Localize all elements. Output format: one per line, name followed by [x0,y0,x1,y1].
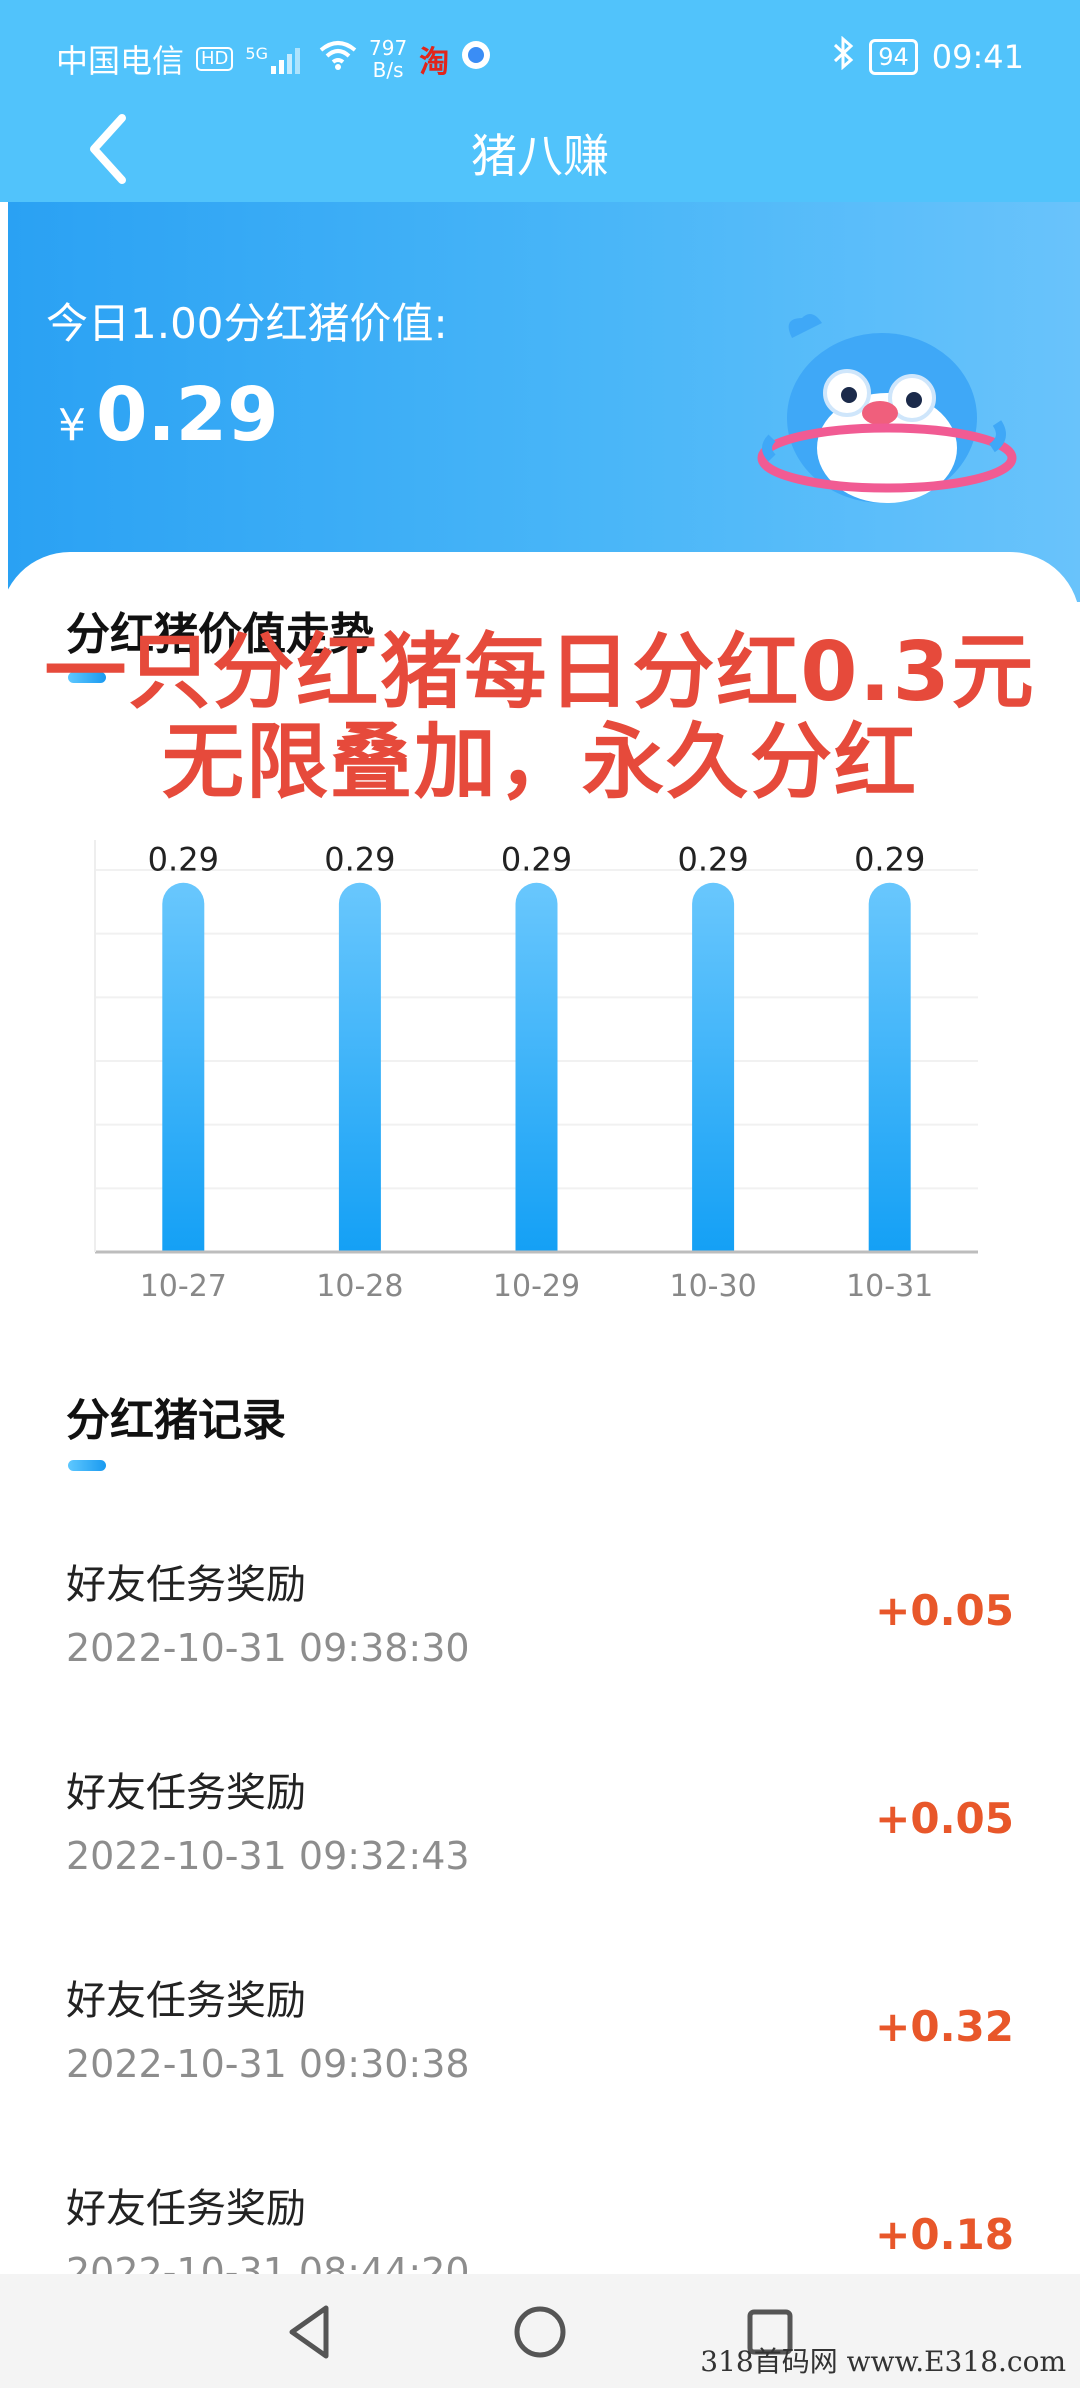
record-item[interactable]: 好友任务奖励 2022-10-31 09:32:43 +0.05 [0,1760,1080,1960]
x-tick-label: 10-29 [493,1269,580,1304]
bird-mascot-icon [752,298,1022,518]
bar-value-label: 0.29 [854,841,925,879]
system-nav-bar: 318首码网 www.E318.com [0,2274,1080,2388]
record-title: 好友任务奖励 [66,1978,306,2024]
currency-symbol: ¥ [58,400,86,451]
record-title: 好友任务奖励 [66,2186,306,2232]
taobao-icon: 淘 [419,45,450,80]
hero-label: 今日1.00分红猪价值: [46,299,448,348]
chart-bar [162,882,205,1252]
hero-amount: 0.29 [96,372,279,458]
net-speed: 797 B/s [369,37,407,81]
promo-text-line1: 一只分红猪每日分红0.3元 [44,625,1036,720]
x-tick-label: 10-28 [316,1269,403,1304]
chart-bar [515,882,558,1252]
records-title: 分红猪记录 [66,1395,286,1446]
value-trend-chart: 0.29 0.29 0.29 0.29 0.29 10-27 10-28 10-29 10-3… [0,790,1080,1310]
record-time: 2022-10-31 09:38:30 [66,1626,470,1670]
hd-badge: HD [196,47,234,71]
app-header: 中国电信 HD 5G 797 B/s 淘 94 09:41 猪八赚 [0,0,1080,202]
chart-svg: 0.29 0.29 0.29 0.29 0.29 10-27 10-28 10-29 10-3… [94,840,978,1304]
bluetooth-icon [831,35,855,78]
record-amount: +0.05 [875,1794,1014,1843]
signal-icon: 5G [245,44,307,74]
record-item[interactable]: 好友任务奖励 2022-10-31 09:30:38 +0.32 [0,1968,1080,2168]
signal-label: 5G [245,44,268,63]
carrier-label: 中国电信 [56,42,185,80]
x-tick-label: 10-27 [140,1269,227,1304]
record-amount: +0.05 [875,1586,1014,1635]
home-circle-icon[interactable] [508,2300,572,2364]
records-title-underline [68,1460,106,1471]
x-tick-label: 10-31 [846,1269,933,1304]
chart-bar [338,882,381,1252]
wifi-icon [319,40,357,78]
record-title: 好友任务奖励 [66,1562,306,1608]
net-speed-value: 797 [369,36,408,60]
page-title: 猪八赚 [471,129,609,183]
record-item[interactable]: 好友任务奖励 2022-10-31 09:38:30 +0.05 [0,1552,1080,1752]
chart-bar [868,882,911,1252]
record-amount: +0.18 [875,2210,1014,2259]
record-title: 好友任务奖励 [66,1770,306,1816]
bar-value-label: 0.29 [324,841,395,879]
app-notification-icon [461,40,491,78]
clock: 09:41 [931,38,1024,76]
bar-value-label: 0.29 [501,841,572,879]
battery-indicator: 94 [869,39,918,75]
promo-text-line2: 无限叠加，永久分红 [161,715,918,810]
bar-value-label: 0.29 [677,841,748,879]
record-time: 2022-10-31 09:32:43 [66,1834,470,1878]
record-amount: +0.32 [875,2002,1014,2051]
watermark-text: 318首码网 www.E318.com [700,2345,1066,2378]
record-time: 2022-10-31 09:30:38 [66,2042,470,2086]
chart-bar [692,882,735,1252]
net-speed-unit: B/s [372,58,404,82]
nav-bar: 猪八赚 [0,100,1080,202]
back-triangle-icon[interactable] [278,2300,342,2364]
bar-value-label: 0.29 [148,841,219,879]
x-tick-label: 10-30 [670,1269,757,1304]
hero-value: ¥ 0.29 [58,372,279,458]
